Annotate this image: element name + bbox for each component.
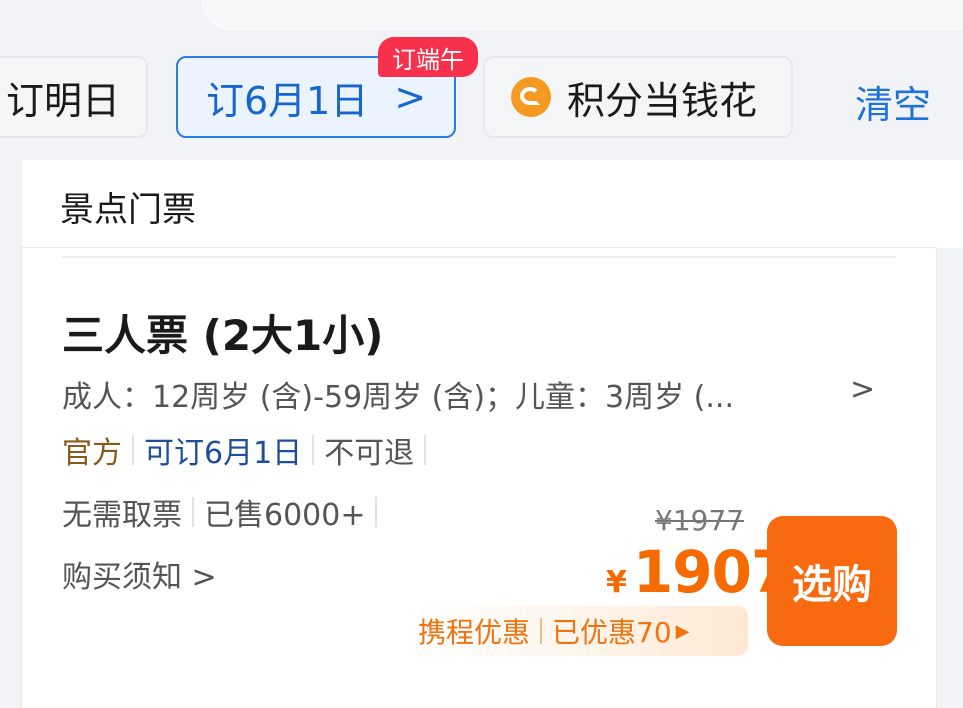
filter-book-tomorrow[interactable]: 订明日 bbox=[0, 56, 148, 138]
quick-filter-row: 订明日 订6月1日 > 订端午 积分当钱花 清空 bbox=[0, 0, 963, 160]
chevron-right-icon[interactable]: > bbox=[850, 372, 875, 407]
divider bbox=[62, 256, 896, 258]
play-triangle-icon: ▶ bbox=[675, 620, 690, 642]
select-buy-button[interactable]: 选购 bbox=[767, 516, 897, 646]
original-price: ¥1977 bbox=[655, 504, 745, 537]
info-separator bbox=[375, 497, 378, 527]
clear-filters-link[interactable]: 清空 bbox=[855, 74, 931, 129]
trip-discount-tag[interactable]: 携程优惠 已优惠70 ▶ bbox=[412, 606, 748, 656]
tag-separator bbox=[312, 435, 315, 465]
current-price: ¥ 1907 bbox=[606, 538, 791, 606]
section-header: 景点门票 bbox=[22, 160, 963, 248]
tag-official: 官方 bbox=[62, 436, 122, 471]
ticket-info: 无需取票 已售6000+ bbox=[62, 490, 387, 534]
dragon-boat-badge: 订端午 bbox=[378, 37, 478, 77]
tag-separator bbox=[424, 435, 427, 465]
ticket-title[interactable]: 三人票 (2大1小) bbox=[62, 302, 383, 363]
info-sold-count: 已售6000+ bbox=[204, 498, 366, 533]
ticket-tags: 官方 可订6月1日 不可退 bbox=[62, 428, 436, 472]
tag-no-refund: 不可退 bbox=[324, 436, 415, 471]
promo-saving: 已优惠70 bbox=[552, 616, 672, 649]
info-no-pickup: 无需取票 bbox=[62, 498, 182, 533]
filter-points-label: 积分当钱花 bbox=[567, 78, 758, 123]
promo-separator bbox=[540, 618, 543, 644]
chevron-right-icon: > bbox=[394, 75, 427, 119]
age-description[interactable]: 成人：12周岁 (含)-59周岁 (含)；儿童：3周岁 (... bbox=[62, 372, 734, 416]
filter-book-date-label: 订6月1日 bbox=[206, 78, 369, 123]
tag-separator bbox=[132, 435, 134, 465]
filter-book-tomorrow-label: 订明日 bbox=[6, 78, 121, 123]
ticket-card: 三人票 (2大1小) 成人：12周岁 (含)-59周岁 (含)；儿童：3周岁 (… bbox=[22, 248, 936, 708]
filter-points-as-cash[interactable]: 积分当钱花 bbox=[483, 56, 793, 138]
purchase-notice-link[interactable]: 购买须知 > bbox=[62, 552, 217, 596]
section-title: 景点门票 bbox=[60, 190, 196, 230]
tag-bookable-date: 可订6月1日 bbox=[144, 436, 303, 471]
promo-name: 携程优惠 bbox=[418, 616, 531, 649]
points-coin-icon bbox=[511, 77, 551, 117]
currency-symbol: ¥ bbox=[606, 565, 627, 600]
info-separator bbox=[192, 497, 194, 527]
